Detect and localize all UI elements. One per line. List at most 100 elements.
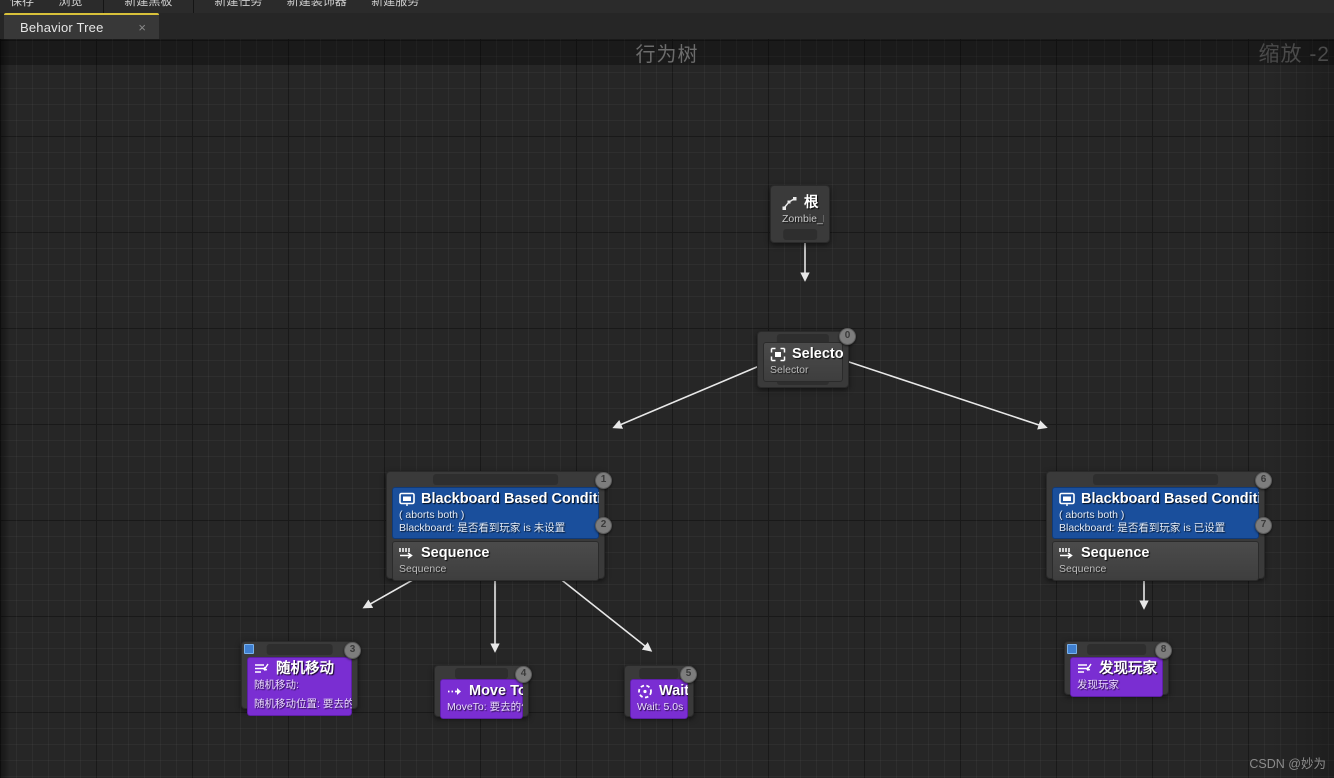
node-title: 根 xyxy=(804,195,819,211)
decorator-title: Blackboard Based Condition xyxy=(1081,491,1259,507)
node-input-pin[interactable] xyxy=(1086,644,1147,655)
blackboard-icon xyxy=(399,492,415,507)
decorator-condition-label: Blackboard: 是否看到玩家 is 未设置 xyxy=(399,522,566,534)
node-segment-composite[interactable]: Sequence Sequence xyxy=(1052,541,1259,581)
node-title: Sequence xyxy=(421,545,490,561)
node-body: Blackboard Based Condition ( aborts both… xyxy=(1052,487,1259,581)
node-segment-decorator[interactable]: Blackboard Based Condition ( aborts both… xyxy=(1052,487,1259,539)
canvas-top-band xyxy=(0,39,1334,65)
node-execution-index-badge: 4 xyxy=(515,666,532,683)
toolbar-button-new-task[interactable]: 新建任务 xyxy=(204,0,272,7)
node-input-pin[interactable] xyxy=(266,644,333,655)
node-title-row: Wait xyxy=(637,682,688,701)
toolbar-button-browse[interactable]: 浏览 xyxy=(48,0,92,7)
node-body: 发现玩家 发现玩家 xyxy=(1070,657,1163,697)
blackboard-icon xyxy=(1059,492,1075,507)
selector-icon xyxy=(770,347,786,362)
node-task-wait[interactable]: Wait Wait: 5.0s 5 xyxy=(624,665,697,719)
node-left-sequence-group[interactable]: Blackboard Based Condition ( aborts both… xyxy=(386,471,612,581)
node-title: Wait xyxy=(659,683,688,699)
main-toolbar: 保存 浏览 新建黑板 新建任务 新建装饰器 新建服务 xyxy=(0,0,1334,14)
close-icon[interactable]: × xyxy=(138,19,146,37)
node-title-row: 随机移动 xyxy=(254,660,345,679)
node-segment-task: Wait Wait: 5.0s xyxy=(630,679,688,719)
node-subtitle: Selector xyxy=(770,364,809,376)
node-execution-index-badge: 3 xyxy=(344,642,361,659)
node-segment-composite[interactable]: Sequence Sequence xyxy=(392,541,599,581)
graph-canvas[interactable]: 行为树 缩放 -2 CSDN @妙为 根 Zombie_ Selecto Sel… xyxy=(0,39,1334,778)
task-icon xyxy=(254,662,270,677)
node-execution-index-badge: 8 xyxy=(1155,642,1172,659)
node-title: Move To xyxy=(469,683,523,699)
decorator-title-row: Blackboard Based Condition xyxy=(1059,490,1259,509)
node-title: Selector xyxy=(792,346,843,362)
toolbar-button-save[interactable]: 保存 xyxy=(0,0,44,7)
tab-strip: Behavior Tree × xyxy=(0,13,1334,39)
node-title-row: Sequence xyxy=(399,544,592,563)
node-segment-task: Move To MoveTo: 要去的位置 xyxy=(440,679,523,719)
node-subtitle-1: 随机移动: xyxy=(254,679,299,691)
toolbar-button-new-service[interactable]: 新建服务 xyxy=(361,0,429,7)
node-body: 随机移动 随机移动: 随机移动位置: 要去的位置 xyxy=(247,657,352,716)
node-task-find-player[interactable]: 发现玩家 发现玩家 8 xyxy=(1064,641,1172,697)
node-body: Wait Wait: 5.0s xyxy=(630,679,688,719)
moveto-icon xyxy=(447,684,463,699)
node-input-pin[interactable] xyxy=(454,668,509,679)
node-selector[interactable]: Selector Selector 0 xyxy=(757,328,856,388)
sequence-icon xyxy=(399,546,415,561)
node-subtitle: Wait: 5.0s xyxy=(637,701,684,713)
breakpoint-icon[interactable] xyxy=(244,644,254,654)
toolbar-button-new-blackboard[interactable]: 新建黑板 xyxy=(114,0,182,7)
node-task-random-move[interactable]: 随机移动 随机移动: 随机移动位置: 要去的位置 3 xyxy=(241,641,361,716)
node-body: Blackboard Based Condition ( aborts both… xyxy=(392,487,599,581)
graph-title-watermark: 行为树 xyxy=(635,44,699,66)
node-right-sequence-group[interactable]: Blackboard Based Condition ( aborts both… xyxy=(1046,471,1272,581)
node-subtitle: Zombie_BB xyxy=(782,213,824,225)
node-execution-index-badge: 0 xyxy=(839,328,856,345)
behavior-tree-editor: 保存 浏览 新建黑板 新建任务 新建装饰器 新建服务 Behavior Tree… xyxy=(0,0,1334,778)
node-title: 随机移动 xyxy=(276,661,334,677)
node-title-row: 根 xyxy=(782,194,819,213)
node-input-pin[interactable] xyxy=(1092,474,1219,485)
node-subtitle: Sequence xyxy=(1059,563,1107,575)
node-execution-index-badge: 5 xyxy=(680,666,697,683)
node-segment-task: 随机移动 随机移动: 随机移动位置: 要去的位置 xyxy=(247,657,352,716)
node-title-row: Move To xyxy=(447,682,523,701)
node-subtitle: MoveTo: 要去的位置 xyxy=(447,701,523,713)
node-title: Sequence xyxy=(1081,545,1150,561)
node-input-pin[interactable] xyxy=(639,668,679,679)
node-body: 根 Zombie_BB xyxy=(776,192,824,230)
sequence-icon xyxy=(1059,546,1075,561)
node-input-pin[interactable] xyxy=(432,474,559,485)
node-root[interactable]: 根 Zombie_BB xyxy=(770,185,830,243)
task-icon xyxy=(1077,662,1093,677)
canvas-left-shade xyxy=(0,39,10,778)
node-segment-root: 根 Zombie_BB xyxy=(776,192,824,230)
node-segment-task: 发现玩家 发现玩家 xyxy=(1070,657,1163,697)
decorator-condition-label: Blackboard: 是否看到玩家 is 已设置 xyxy=(1059,522,1226,534)
decorator-index-badge-top: 6 xyxy=(1255,472,1272,489)
decorator-aborts-label: ( aborts both ) xyxy=(399,509,465,521)
tab-label: Behavior Tree xyxy=(20,20,104,35)
root-icon xyxy=(782,196,798,211)
node-title-row: Selector xyxy=(770,345,843,364)
toolbar-separator xyxy=(192,0,194,13)
node-segment-decorator[interactable]: Blackboard Based Condition ( aborts both… xyxy=(392,487,599,539)
toolbar-button-new-decorator[interactable]: 新建装饰器 xyxy=(277,0,357,7)
node-output-pin[interactable] xyxy=(783,229,817,240)
node-task-move-to[interactable]: Move To MoveTo: 要去的位置 4 xyxy=(434,665,532,719)
tab-behavior-tree[interactable]: Behavior Tree × xyxy=(4,13,159,39)
decorator-title: Blackboard Based Condition xyxy=(421,491,599,507)
decorator-index-badge-bottom: 2 xyxy=(595,517,612,534)
breakpoint-icon[interactable] xyxy=(1067,644,1077,654)
node-subtitle: 发现玩家 xyxy=(1077,679,1119,691)
credit-watermark: CSDN @妙为 xyxy=(1249,757,1326,771)
node-subtitle: Sequence xyxy=(399,563,447,575)
node-title-row: Sequence xyxy=(1059,544,1252,563)
decorator-index-badge-top: 1 xyxy=(595,472,612,489)
node-subtitle-2: 随机移动位置: 要去的位置 xyxy=(254,698,352,710)
node-body: Move To MoveTo: 要去的位置 xyxy=(440,679,523,719)
canvas-right-shade xyxy=(1270,39,1334,778)
decorator-title-row: Blackboard Based Condition xyxy=(399,490,599,509)
toolbar-separator xyxy=(102,0,104,13)
